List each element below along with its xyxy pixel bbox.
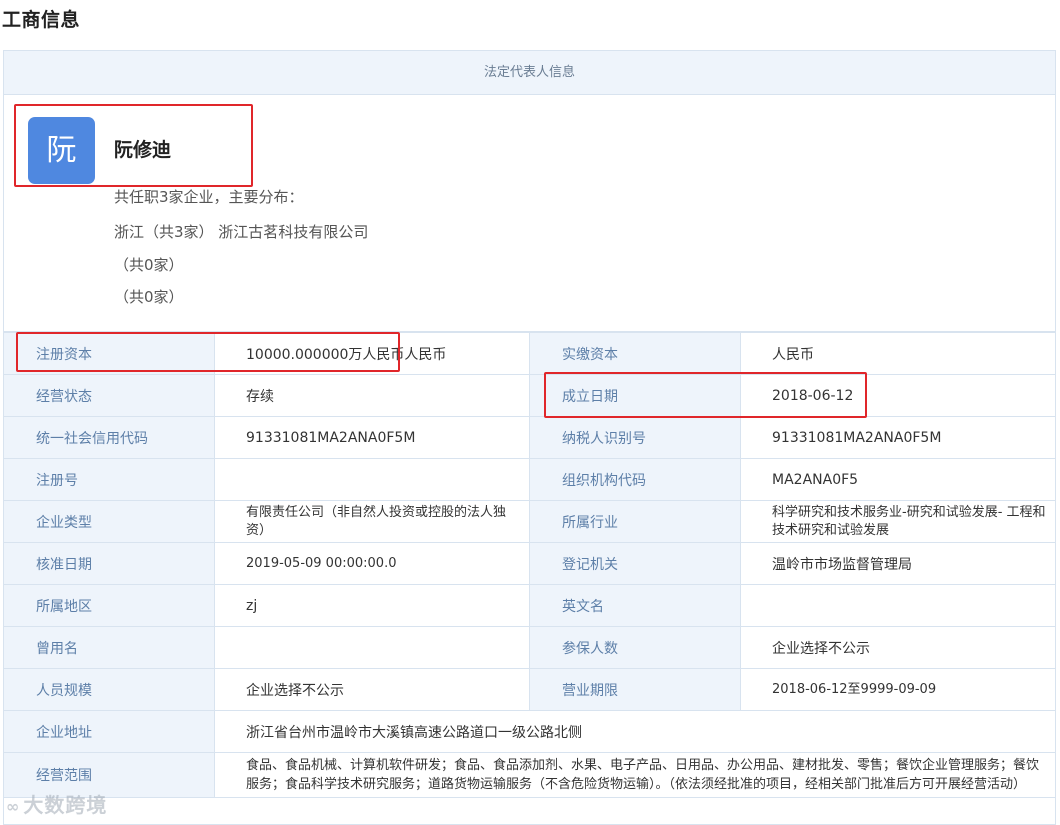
field-value: 企业选择不公示	[740, 626, 1055, 669]
field-value: 有限责任公司（非自然人投资或控股的法人独资）	[214, 500, 530, 543]
table-row: 企业地址 浙江省台州市温岭市大溪镇高速公路道口一级公路北侧	[4, 710, 1055, 753]
field-label: 参保人数	[529, 626, 741, 669]
address-value: 浙江省台州市温岭市大溪镇高速公路道口一级公路北侧	[214, 710, 1055, 753]
table-row: 经营范围 食品、食品机械、计算机软件研发；食品、食品添加剂、水果、电子产品、日用…	[4, 752, 1055, 798]
field-label: 核准日期	[4, 542, 215, 585]
business-info-table: 注册资本 10000.000000万人民币人民币 实缴资本 人民币 经营状态 存续 成立日期…	[4, 332, 1055, 798]
field-label: 经营状态	[4, 374, 215, 417]
field-label: 人员规模	[4, 668, 215, 711]
table-row: 曾用名 参保人数 企业选择不公示	[4, 626, 1055, 669]
region-line-3: （共0家）	[114, 288, 184, 306]
field-value	[740, 584, 1055, 627]
table-row: 企业类型 有限责任公司（非自然人投资或控股的法人独资） 所属行业 科学研究和技术服务业…	[4, 500, 1055, 543]
scope-value: 食品、食品机械、计算机软件研发；食品、食品添加剂、水果、电子产品、日用品、办公用…	[214, 752, 1055, 798]
field-label: 所属地区	[4, 584, 215, 627]
field-value	[214, 458, 530, 501]
field-label: 注册号	[4, 458, 215, 501]
table-row: 人员规模 企业选择不公示 营业期限 2018-06-12至9999-09-09	[4, 668, 1055, 711]
table-row: 经营状态 存续 成立日期 2018-06-12	[4, 374, 1055, 417]
field-label: 统一社会信用代码	[4, 416, 215, 459]
field-value: 存续	[214, 374, 530, 417]
field-label: 英文名	[529, 584, 741, 627]
field-label: 营业期限	[529, 668, 741, 711]
region-line-zhejiang[interactable]: 浙江（共3家） 浙江古茗科技有限公司	[114, 221, 368, 242]
watermark-text: 大数跨境	[23, 793, 108, 817]
table-row: 统一社会信用代码 91331081MA2ANA0F5M 纳税人识别号 91331081…	[4, 416, 1055, 459]
date-highlight-box	[544, 372, 867, 418]
field-label: 纳税人识别号	[529, 416, 741, 459]
field-label: 实缴资本	[529, 332, 741, 375]
watermark-logo-icon: ∞	[6, 797, 21, 816]
field-value: 企业选择不公示	[214, 668, 530, 711]
field-label: 组织机构代码	[529, 458, 741, 501]
field-value: MA2ANA0F5	[740, 458, 1055, 501]
watermark: ∞ 大数跨境	[6, 789, 107, 818]
table-row: 所属地区 zj 英文名	[4, 584, 1055, 627]
name-highlight-box	[14, 104, 253, 187]
capital-highlight-box	[16, 332, 400, 372]
field-label: 企业类型	[4, 500, 215, 543]
address-label: 企业地址	[4, 710, 215, 753]
field-value	[214, 626, 530, 669]
legal-rep-header: 法定代表人信息	[4, 51, 1055, 95]
field-value: 温岭市市场监督管理局	[740, 542, 1055, 585]
field-label: 所属行业	[529, 500, 741, 543]
table-row: 核准日期 2019-05-09 00:00:00.0 登记机关 温岭市市场监督管理局	[4, 542, 1055, 585]
table-row: 注册号 组织机构代码 MA2ANA0F5	[4, 458, 1055, 501]
field-value: 科学研究和技术服务业-研究和试验发展- 工程和技术研究和试验发展	[740, 500, 1055, 543]
field-value: 91331081MA2ANA0F5M	[740, 416, 1055, 459]
field-value: zj	[214, 584, 530, 627]
field-value: 2019-05-09 00:00:00.0	[214, 542, 530, 585]
page-title: 工商信息	[2, 9, 81, 31]
field-value: 91331081MA2ANA0F5M	[214, 416, 530, 459]
positions-summary: 共任职3家企业，主要分布：	[114, 188, 304, 206]
field-value: 2018-06-12至9999-09-09	[740, 668, 1055, 711]
field-label: 曾用名	[4, 626, 215, 669]
field-value: 人民币	[740, 332, 1055, 375]
region-line-2: （共0家）	[114, 256, 184, 274]
field-label: 登记机关	[529, 542, 741, 585]
